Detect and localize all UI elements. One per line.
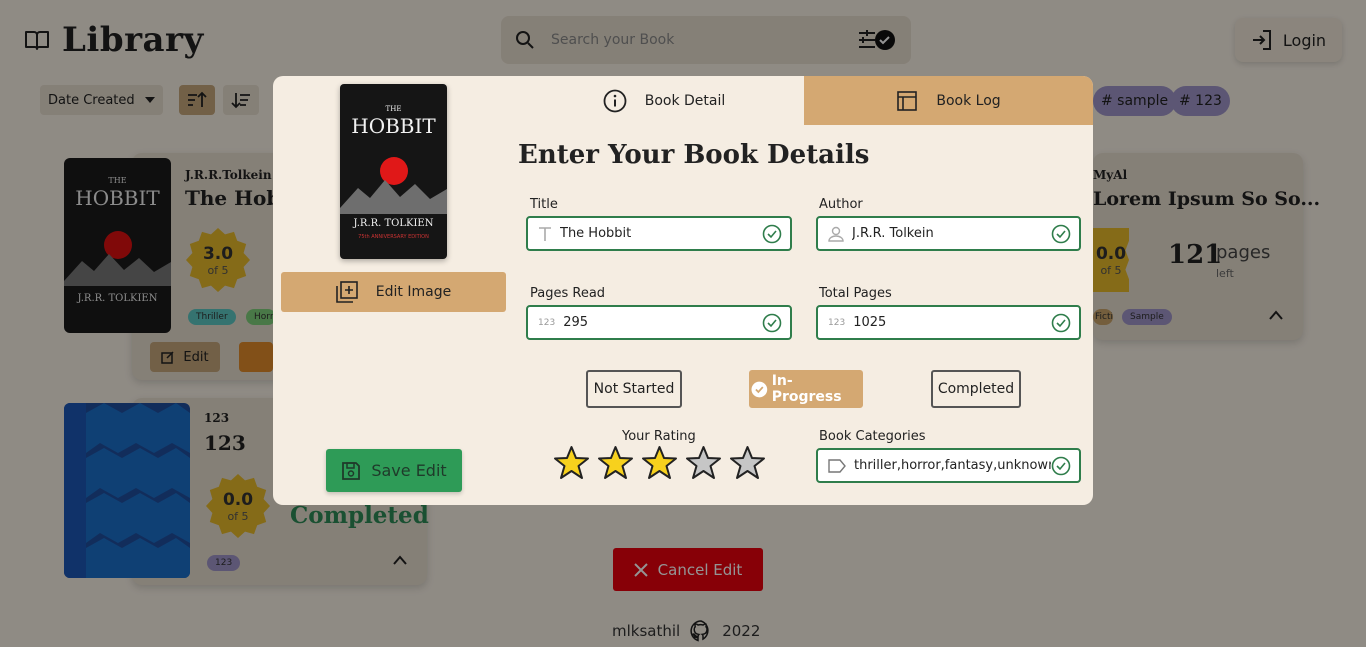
save-icon — [342, 461, 361, 480]
total-pages-field[interactable]: 123 1025 — [816, 305, 1081, 340]
categories-value: thriller,horror,fantasy,unknown — [854, 458, 1051, 473]
save-edit-label: Save Edit — [371, 461, 447, 480]
table-icon — [897, 90, 918, 111]
cover-mountains — [340, 180, 447, 214]
edit-image-label: Edit Image — [375, 284, 452, 300]
info-icon — [603, 89, 627, 112]
cover-edition: 75th ANNIVERSARY EDITION — [358, 234, 429, 240]
title-field[interactable]: The Hobbit — [526, 216, 792, 251]
check-circle-icon — [762, 313, 782, 332]
pages-read-value: 295 — [563, 315, 589, 330]
star-rating[interactable] — [553, 445, 766, 481]
categories-label: Book Categories — [819, 429, 926, 444]
check-circle-filled-icon — [751, 381, 768, 397]
status-completed-button[interactable]: Completed — [931, 370, 1021, 408]
modal-heading: Enter Your Book Details — [518, 140, 870, 170]
author-value: J.R.R. Tolkein — [852, 226, 934, 241]
star-icon[interactable] — [597, 445, 634, 481]
categories-field[interactable]: thriller,horror,fantasy,unknown — [816, 448, 1081, 483]
pages-read-label: Pages Read — [530, 286, 606, 301]
save-edit-button[interactable]: Save Edit — [326, 449, 462, 492]
edit-book-modal: THE HOBBIT J.R.R. TOLKIEN 75th ANNIVERSA… — [273, 76, 1093, 505]
user-icon — [828, 226, 844, 242]
number-icon: 123 — [538, 317, 556, 328]
title-value: The Hobbit — [560, 226, 632, 241]
rating-label: Your Rating — [622, 429, 696, 444]
check-circle-icon — [1051, 313, 1071, 332]
add-image-icon — [335, 281, 358, 303]
total-pages-value: 1025 — [853, 315, 887, 330]
cover-author: J.R.R. TOLKIEN — [353, 218, 434, 229]
cover-title: HOBBIT — [351, 114, 436, 138]
check-circle-icon — [1051, 224, 1071, 243]
status-in-progress-button[interactable]: In-Progress — [749, 370, 863, 408]
title-label: Title — [530, 197, 558, 212]
tab-book-detail[interactable]: Book Detail — [524, 76, 804, 125]
star-icon[interactable] — [553, 445, 590, 481]
tab-book-log[interactable]: Book Log — [804, 76, 1093, 125]
total-pages-label: Total Pages — [819, 286, 892, 301]
tab-book-detail-label: Book Detail — [644, 92, 726, 109]
number-icon: 123 — [828, 317, 846, 328]
text-icon — [539, 226, 551, 241]
tab-book-log-label: Book Log — [936, 92, 1001, 109]
star-icon[interactable] — [729, 445, 766, 481]
status-not-started-button[interactable]: Not Started — [586, 370, 682, 408]
check-circle-icon — [1051, 456, 1071, 475]
star-icon[interactable] — [641, 445, 678, 481]
author-field[interactable]: J.R.R. Tolkein — [816, 216, 1081, 251]
star-icon[interactable] — [685, 445, 722, 481]
author-label: Author — [819, 197, 863, 212]
pages-read-field[interactable]: 123 295 — [526, 305, 792, 340]
tag-icon — [828, 458, 846, 473]
cover-title-top: THE — [385, 105, 402, 113]
status-in-progress-label: In-Progress — [771, 373, 842, 405]
book-cover-preview: THE HOBBIT J.R.R. TOLKIEN 75th ANNIVERSA… — [340, 84, 447, 259]
edit-image-button[interactable]: Edit Image — [281, 272, 506, 312]
check-circle-icon — [762, 224, 782, 243]
